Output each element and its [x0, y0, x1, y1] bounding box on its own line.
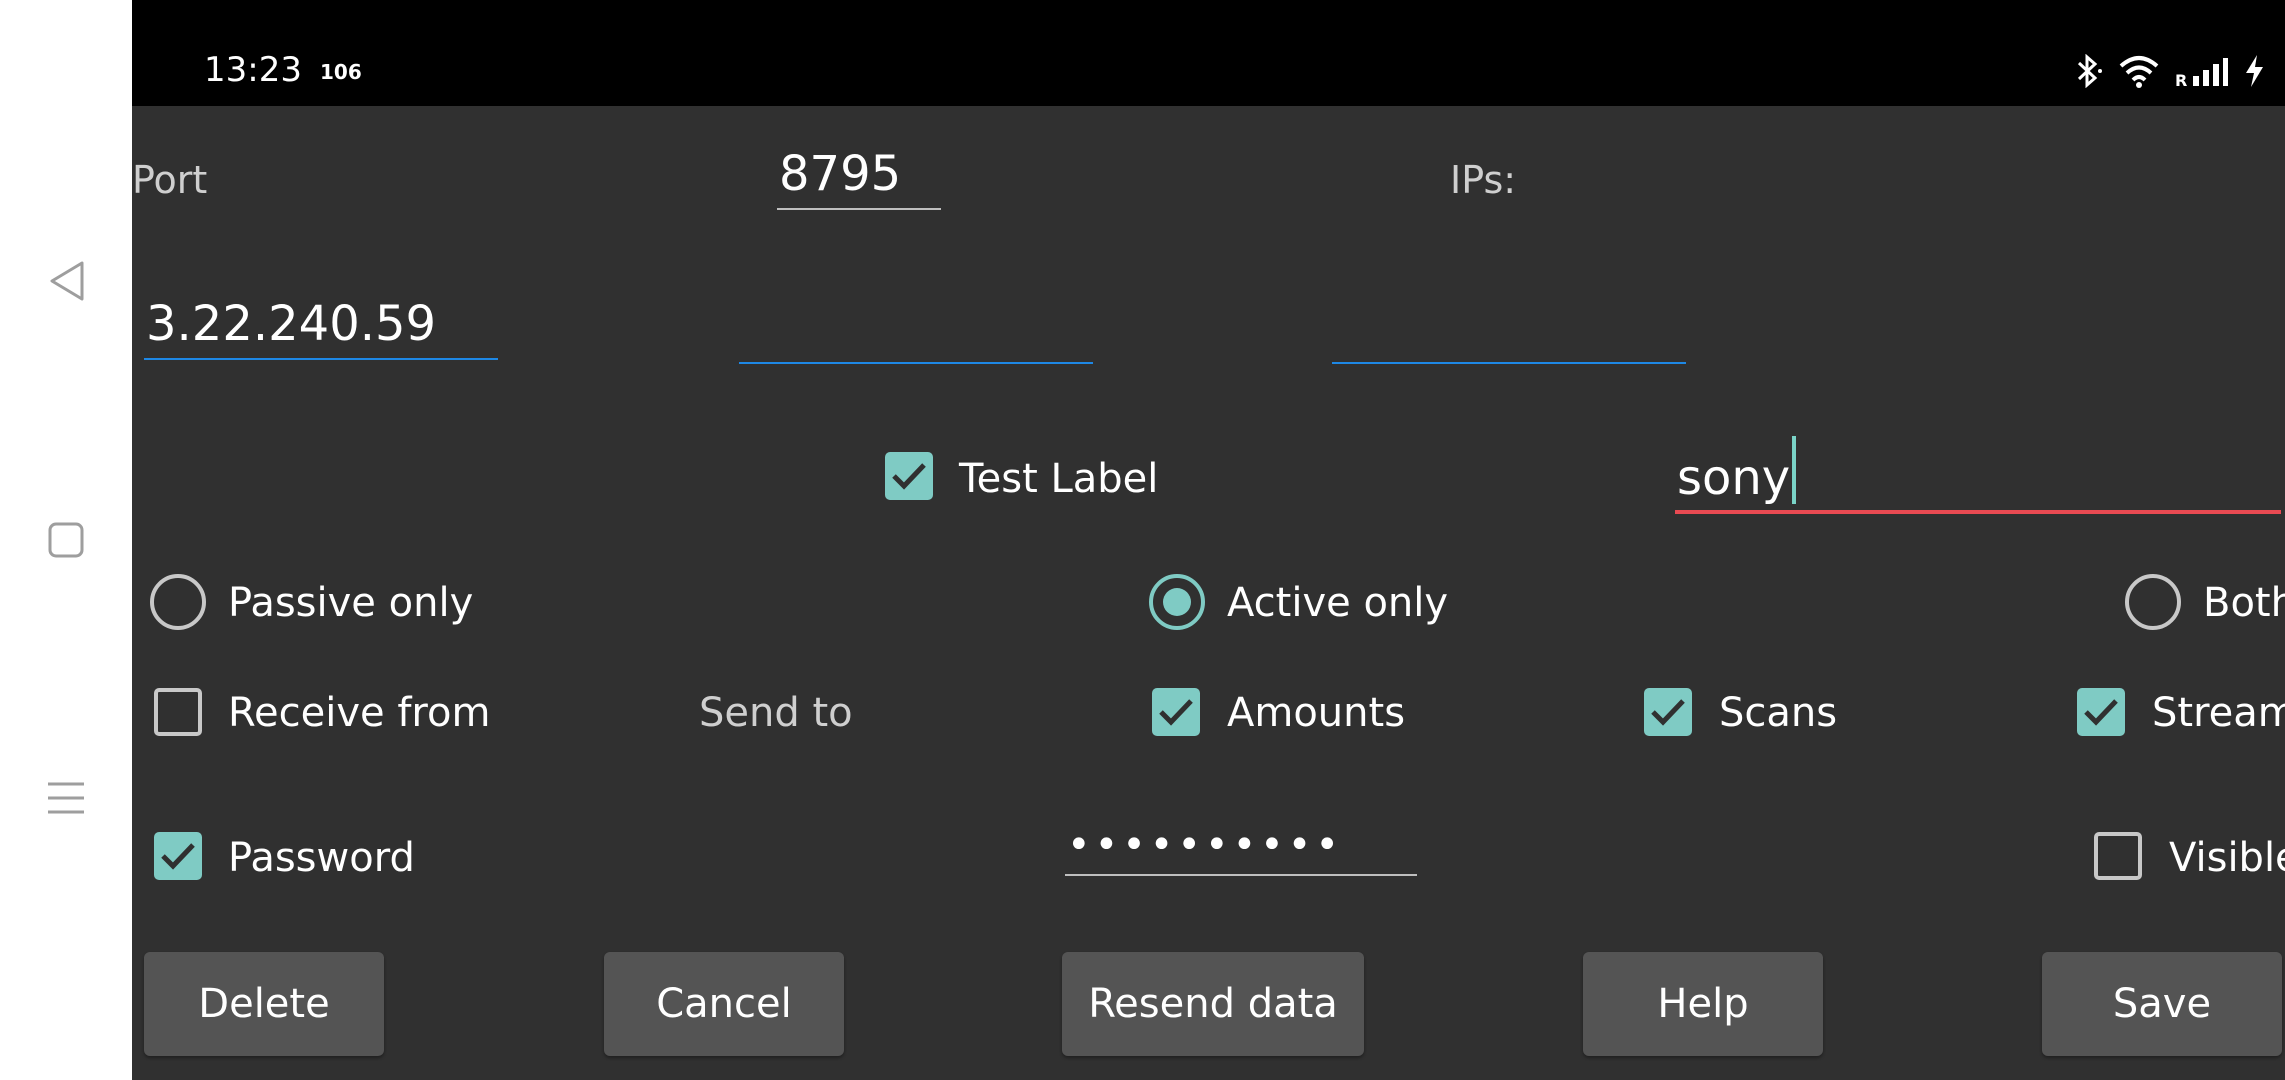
save-button[interactable]: Save: [2042, 952, 2282, 1056]
streams-label: Streams: [2152, 690, 2285, 736]
test-label-checkbox[interactable]: [885, 452, 933, 500]
visible-label: Visible: [2169, 835, 2285, 881]
check-icon: [161, 843, 195, 870]
both-radio[interactable]: [2125, 574, 2181, 630]
wifi-icon: [2117, 54, 2161, 92]
check-icon: [1159, 699, 1193, 726]
status-bar: 13:23 106 R: [132, 0, 2285, 106]
check-icon: [892, 463, 926, 490]
receive-from-checkbox[interactable]: [154, 688, 202, 736]
home-icon[interactable]: [40, 514, 92, 566]
help-button[interactable]: Help: [1583, 952, 1823, 1056]
port-input[interactable]: 8795: [777, 146, 941, 210]
charging-icon: [2243, 54, 2265, 92]
resend-data-button[interactable]: Resend data: [1062, 952, 1364, 1056]
passive-only-label: Passive only: [228, 580, 474, 626]
ip-input-3[interactable]: [1332, 296, 1686, 364]
svg-text:R: R: [2175, 71, 2187, 88]
test-label-text: Test Label: [959, 456, 1159, 502]
status-extra: 106: [320, 60, 362, 84]
status-icons: R: [2073, 53, 2265, 92]
status-time: 13:23: [204, 50, 302, 90]
visible-checkbox[interactable]: [2094, 832, 2142, 880]
cancel-button[interactable]: Cancel: [604, 952, 844, 1056]
password-input[interactable]: ••••••••••: [1065, 822, 1417, 876]
check-icon: [2084, 699, 2118, 726]
ip-input-1[interactable]: 3.22.240.59: [144, 296, 498, 360]
amounts-checkbox[interactable]: [1152, 688, 1200, 736]
ip-input-2[interactable]: [739, 296, 1093, 364]
passive-only-radio[interactable]: [150, 574, 206, 630]
receive-from-label: Receive from: [228, 690, 491, 736]
amounts-label: Amounts: [1227, 690, 1406, 736]
scans-label: Scans: [1719, 690, 1838, 736]
active-only-radio[interactable]: [1149, 574, 1205, 630]
text-cursor: [1792, 436, 1797, 504]
signal-icon: R: [2175, 54, 2229, 92]
streams-checkbox[interactable]: [2077, 688, 2125, 736]
both-label: Both: [2203, 580, 2285, 626]
password-label: Password: [228, 835, 415, 881]
delete-button[interactable]: Delete: [144, 952, 384, 1056]
active-only-label: Active only: [1227, 580, 1449, 626]
navigation-bar: [0, 0, 132, 1080]
port-label: Port: [132, 158, 208, 202]
ips-label: IPs:: [1450, 158, 1517, 202]
scans-checkbox[interactable]: [1644, 688, 1692, 736]
send-to-label: Send to: [699, 690, 853, 736]
name-input-value: sony: [1677, 450, 1791, 506]
recents-icon[interactable]: [40, 772, 92, 824]
check-icon: [1651, 699, 1685, 726]
bluetooth-icon: [2073, 53, 2103, 92]
name-input[interactable]: sony: [1675, 436, 2281, 514]
back-icon[interactable]: [40, 255, 92, 307]
password-checkbox[interactable]: [154, 832, 202, 880]
settings-form: Port 8795 IPs: 3.22.240.59 Test Label so…: [132, 106, 2285, 1080]
